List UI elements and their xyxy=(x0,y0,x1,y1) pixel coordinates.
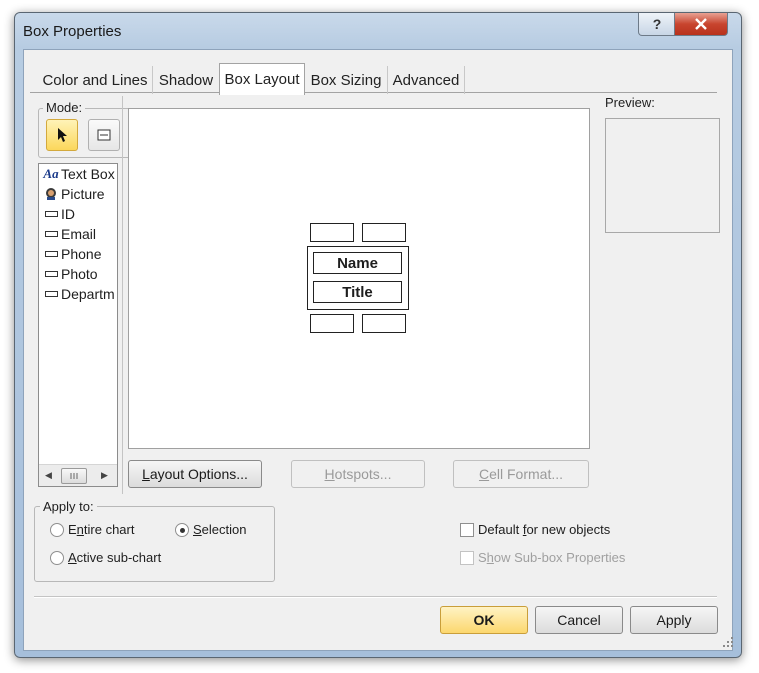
tab-label: Shadow xyxy=(158,71,214,89)
field-icon xyxy=(43,271,59,277)
tab-color-and-lines[interactable]: Color and Lines xyxy=(38,66,153,94)
help-button[interactable]: ? xyxy=(638,13,676,36)
apply-button[interactable]: Apply xyxy=(630,606,718,634)
text-box-icon: Aa xyxy=(43,166,59,181)
list-item-label: Text Box xyxy=(61,166,115,182)
cancel-button[interactable]: Cancel xyxy=(535,606,623,634)
list-item-label: Phone xyxy=(61,246,102,262)
preview-pane xyxy=(605,118,720,233)
show-sub-box-properties-label[interactable]: Show Sub-box Properties xyxy=(478,550,625,565)
box-field-icon xyxy=(97,129,111,141)
entire-chart-radio[interactable] xyxy=(50,523,64,537)
field-list[interactable]: Aa Text Box Picture ID Email Phone Photo… xyxy=(38,163,118,487)
list-item-label: Departm xyxy=(61,286,115,302)
list-item[interactable]: Phone xyxy=(39,244,117,264)
tab-shadow[interactable]: Shadow xyxy=(153,66,220,94)
horizontal-scrollbar[interactable]: ◀ ▶ xyxy=(39,464,117,486)
select-mode-button[interactable] xyxy=(46,119,78,151)
button-label: OK xyxy=(473,612,495,628)
layout-options-button[interactable]: Layout Options... xyxy=(128,460,262,488)
tab-advanced[interactable]: Advanced xyxy=(388,66,465,94)
mode-label: Mode: xyxy=(43,100,86,115)
list-item[interactable]: Photo xyxy=(39,264,117,284)
scroll-thumb[interactable] xyxy=(61,468,87,484)
active-sub-chart-radio[interactable] xyxy=(50,551,64,565)
arrow-pointer-icon xyxy=(58,128,67,142)
layout-box-frame[interactable]: Name Title xyxy=(307,246,409,310)
help-icon: ? xyxy=(652,16,662,32)
tab-label: Advanced xyxy=(392,71,460,89)
resize-grip-icon[interactable] xyxy=(722,636,734,648)
selection-radio[interactable] xyxy=(175,523,189,537)
radio-selected-dot xyxy=(179,527,185,533)
window-title: Box Properties xyxy=(23,23,122,40)
title-field-box[interactable]: Title xyxy=(313,281,402,303)
button-label: Cell Format... xyxy=(478,466,564,482)
box-layout-canvas[interactable]: Name Title xyxy=(128,108,590,449)
field-icon xyxy=(43,251,59,257)
grip-icon xyxy=(70,473,78,479)
preview-label: Preview: xyxy=(605,95,655,110)
tab-box-layout[interactable]: Box Layout xyxy=(219,63,305,95)
ok-button[interactable]: OK xyxy=(440,606,528,634)
button-label: Cancel xyxy=(557,612,601,628)
title-bar[interactable]: Box Properties ? xyxy=(15,13,741,49)
list-item[interactable]: Email xyxy=(39,224,117,244)
list-item[interactable]: ID xyxy=(39,204,117,224)
list-item-label: Picture xyxy=(61,186,105,202)
tab-label: Box Sizing xyxy=(310,71,382,89)
apply-to-group xyxy=(34,506,275,582)
button-label: Layout Options... xyxy=(142,466,248,482)
name-field-box[interactable]: Name xyxy=(313,252,402,274)
layout-cell[interactable] xyxy=(310,223,354,242)
close-button[interactable] xyxy=(674,13,728,36)
selection-label[interactable]: Selection xyxy=(193,522,246,537)
show-sub-box-properties-checkbox[interactable] xyxy=(460,551,474,565)
scroll-right-icon[interactable]: ▶ xyxy=(101,470,108,481)
tab-label: Color and Lines xyxy=(42,71,148,89)
list-item-label: Photo xyxy=(61,266,98,282)
picture-icon xyxy=(43,187,59,201)
field-icon xyxy=(43,291,59,297)
add-box-mode-button[interactable] xyxy=(88,119,120,151)
entire-chart-label[interactable]: Entire chart xyxy=(68,522,134,537)
layout-cell[interactable] xyxy=(310,314,354,333)
list-item-label: ID xyxy=(61,206,75,222)
name-field-label: Name xyxy=(337,254,378,272)
cell-format-button[interactable]: Cell Format... xyxy=(453,460,589,488)
list-item[interactable]: Departm xyxy=(39,284,117,304)
active-sub-chart-label[interactable]: Active sub-chart xyxy=(68,550,161,565)
bottom-separator xyxy=(34,596,717,598)
close-icon xyxy=(695,18,707,30)
field-icon xyxy=(43,231,59,237)
scroll-left-icon[interactable]: ◀ xyxy=(45,470,52,481)
list-item[interactable]: Aa Text Box xyxy=(39,164,117,184)
list-item[interactable]: Picture xyxy=(39,184,117,204)
hotspots-button[interactable]: Hotspots... xyxy=(291,460,425,488)
layout-cell[interactable] xyxy=(362,223,406,242)
tab-label: Box Layout xyxy=(224,71,300,88)
field-icon xyxy=(43,211,59,217)
tab-box-sizing[interactable]: Box Sizing xyxy=(305,66,388,94)
button-label: Hotspots... xyxy=(324,466,392,482)
list-item-label: Email xyxy=(61,226,97,242)
default-for-new-objects-checkbox[interactable] xyxy=(460,523,474,537)
panel-divider xyxy=(122,96,123,494)
button-label: Apply xyxy=(656,612,692,628)
title-field-label: Title xyxy=(342,283,373,301)
apply-to-label: Apply to: xyxy=(40,499,97,514)
layout-cell[interactable] xyxy=(362,314,406,333)
default-for-new-objects-label[interactable]: Default for new objects xyxy=(478,522,610,537)
